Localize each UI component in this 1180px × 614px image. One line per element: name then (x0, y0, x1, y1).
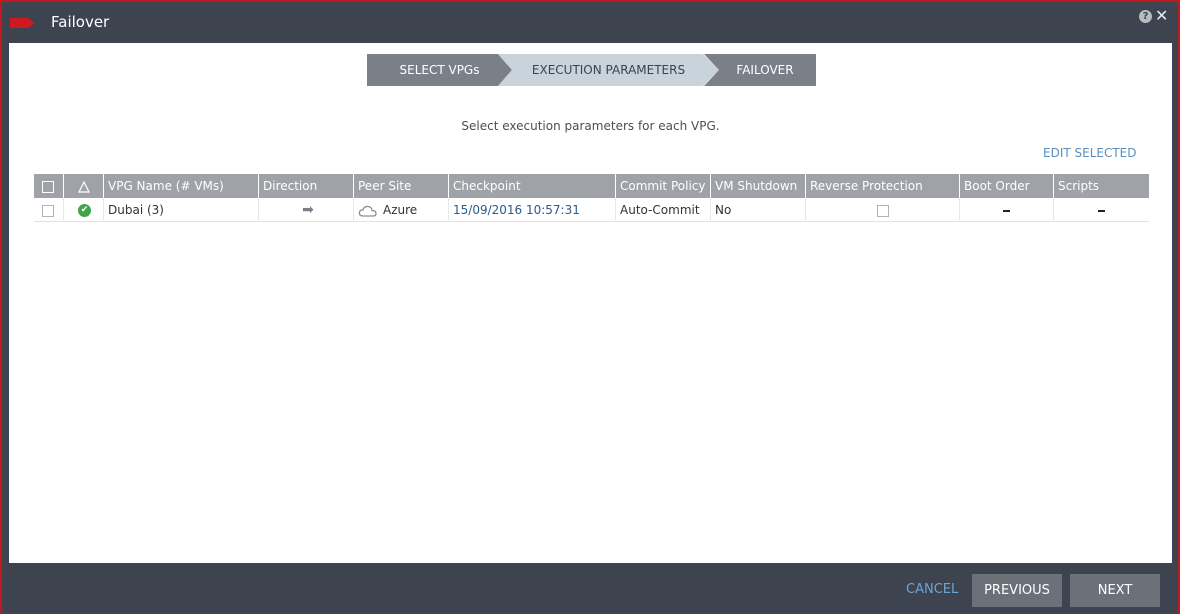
window-title: Failover (51, 13, 110, 31)
cell-commit-policy: Auto-Commit (616, 198, 711, 222)
close-icon[interactable]: ✕ (1155, 6, 1168, 25)
cancel-button[interactable]: CANCEL (906, 582, 958, 597)
table-header: VPG Name (# VMs) Direction Peer Site Che… (34, 174, 1149, 198)
wizard-content: SELECT VPGs EXECUTION PARAMETERS FAILOVE… (9, 43, 1172, 563)
title-bar: Failover ? ✕ (2, 2, 1178, 43)
scripts-empty-dash (1098, 209, 1105, 212)
cell-checkpoint[interactable]: 15/09/2016 10:57:31 (449, 198, 616, 222)
previous-button[interactable]: PREVIOUS (972, 574, 1062, 607)
alert-column-header (64, 174, 104, 198)
row-status-cell: ✔ (64, 198, 104, 222)
next-button[interactable]: NEXT (1070, 574, 1160, 607)
instruction-text: Select execution parameters for each VPG… (461, 119, 720, 133)
status-ok-icon: ✔ (78, 204, 91, 217)
step-failover[interactable]: FAILOVER (704, 54, 816, 86)
brand-logo-icon (10, 18, 35, 28)
cell-vm-shutdown: No (711, 198, 806, 222)
header-direction[interactable]: Direction (259, 174, 354, 198)
cloud-icon (358, 205, 377, 217)
select-all-header (34, 174, 64, 198)
header-reverse-protection[interactable]: Reverse Protection (806, 174, 960, 198)
header-boot-order[interactable]: Boot Order (960, 174, 1054, 198)
reverse-protection-checkbox[interactable] (876, 204, 889, 217)
select-all-checkbox[interactable] (42, 180, 54, 193)
peer-site-label: Azure (383, 203, 418, 217)
header-commit-policy[interactable]: Commit Policy (616, 174, 711, 198)
cell-reverse-protection (806, 198, 960, 222)
header-checkpoint[interactable]: Checkpoint (449, 174, 616, 198)
header-peer-site[interactable]: Peer Site (354, 174, 449, 198)
footer-bar: CANCEL PREVIOUS NEXT (2, 563, 1178, 614)
row-select-cell (34, 198, 64, 222)
wizard-steps: SELECT VPGs EXECUTION PARAMETERS FAILOVE… (367, 54, 817, 86)
header-scripts[interactable]: Scripts (1054, 174, 1149, 198)
help-icon[interactable]: ? (1139, 10, 1152, 23)
header-vm-shutdown[interactable]: VM Shutdown (711, 174, 806, 198)
step-execution-parameters[interactable]: EXECUTION PARAMETERS (498, 54, 719, 86)
direction-arrow-icon: ➡ (259, 198, 354, 222)
cell-peer-site: Azure (354, 198, 449, 222)
header-vpg-name[interactable]: VPG Name (# VMs) (104, 174, 259, 198)
warning-triangle-icon (78, 180, 90, 193)
cell-vpg-name: Dubai (3) (104, 198, 259, 222)
table-row[interactable]: ✔ Dubai (3) ➡ Azure 15/09/2016 10:57:31 … (34, 198, 1149, 222)
step-select-vpgs[interactable]: SELECT VPGs (367, 54, 512, 86)
boot-order-empty-dash (1003, 209, 1010, 212)
cell-boot-order (960, 198, 1054, 222)
cell-scripts (1054, 198, 1149, 222)
edit-selected-link[interactable]: EDIT SELECTED (1043, 146, 1137, 160)
row-select-checkbox[interactable] (42, 204, 54, 217)
failover-window: Failover ? ✕ SELECT VPGs EXECUTION PARAM… (0, 0, 1180, 614)
